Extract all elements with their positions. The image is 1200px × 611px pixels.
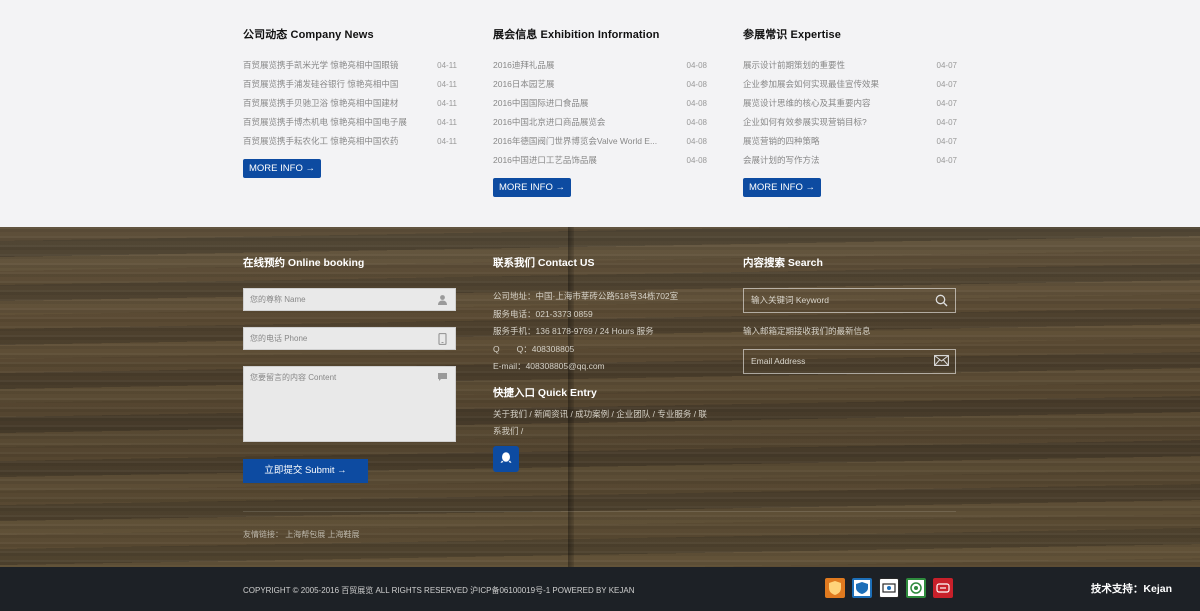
list-item[interactable]: 2016年德国阀门世界博览会Valve World E... 04-08 (493, 132, 707, 151)
list-item[interactable]: 展览营销的四种策略 04-07 (743, 132, 957, 151)
expertise-title: 参展常识 Expertise (743, 29, 841, 41)
company-more-info-button[interactable]: MORE INFO → (243, 159, 321, 178)
search-title: 内容搜索 Search (743, 257, 823, 269)
list-item[interactable]: 企业如何有效参展实现营销目标? 04-07 (743, 113, 957, 132)
list-item[interactable]: 百贸展览携手耘农化工 惊艳亮相中国农药 04-11 (243, 132, 457, 151)
user-icon (437, 294, 448, 305)
exhibition-list: 2016迪拜礼品展 04-08 2016日本园艺展 04-08 2016中国国际进口… (493, 56, 707, 170)
copyright-bar: COPYRIGHT © 2005-2016 百贸展览 ALL RIGHTS RE… (0, 567, 1200, 611)
qq-icon (499, 451, 513, 468)
copyright-text: COPYRIGHT © 2005-2016 百贸展览 ALL RIGHTS RE… (243, 586, 635, 595)
list-item[interactable]: 百贸展览携手浦发硅谷银行 惊艳亮相中国 04-11 (243, 75, 457, 94)
list-item[interactable]: 百贸展览携手凯米光学 惊艳亮相中国眼镜 04-11 (243, 56, 457, 75)
exhibition-title: 展会信息 Exhibition Information (493, 29, 660, 41)
qq-button[interactable] (493, 446, 519, 472)
list-item[interactable]: 2016中国北京进口商品展览会 04-08 (493, 113, 707, 132)
expertise-list: 展示设计前期策划的重要性 04-07 企业参加展会如何实现最佳宣传效果 04-07 … (743, 56, 957, 170)
contact-mobile: 服务手机：136 8178-9769 / 24 Hours 服务 (493, 326, 654, 336)
expertise-more-info-button[interactable]: MORE INFO → (743, 178, 821, 197)
booking-title: 在线预约 Online booking (243, 257, 365, 269)
list-item[interactable]: 百贸展览携手博杰机电 惊艳亮相中国电子展 04-11 (243, 113, 457, 132)
red-cert-icon[interactable] (933, 578, 953, 598)
email-field[interactable]: Email Address (743, 349, 956, 374)
expertise-column: 参展常识 Expertise 展示设计前期策划的重要性 04-07 企业参加展会如… (743, 27, 957, 197)
message-icon (437, 372, 448, 383)
contact-email: E-mail：408308805@qq.com (493, 361, 605, 371)
exhibition-more-info-button[interactable]: MORE INFO → (493, 178, 571, 197)
name-field[interactable]: 您的尊称 Name (243, 288, 456, 311)
company-news-column: 公司动态 Company News 百贸展览携手凯米光学 惊艳亮相中国眼镜 04-… (243, 27, 457, 178)
submit-button[interactable]: 立即提交 Submit → (243, 459, 368, 483)
cert-badges (825, 578, 953, 598)
list-item[interactable]: 企业参加展会如何实现最佳宣传效果 04-07 (743, 75, 957, 94)
friend-links[interactable]: 友情链接： 上海帮包展 上海鞋展 (243, 529, 359, 540)
subscribe-text: 输入邮箱定期接收我们的最新信息 (743, 326, 871, 336)
search-input[interactable]: 输入关键词 Keyword (743, 288, 956, 313)
footer-divider (243, 511, 956, 512)
contact-phone: 服务电话：021-3373 0859 (493, 308, 593, 319)
news-section: 公司动态 Company News 百贸展览携手凯米光学 惊艳亮相中国眼镜 04-… (0, 0, 1200, 227)
phone-icon (437, 332, 448, 346)
tech-support[interactable]: 技术支持：Kejan (1091, 581, 1172, 596)
list-item[interactable]: 展览设计思维的核心及其重要内容 04-07 (743, 94, 957, 113)
quick-entry-title: 快捷入口 Quick Entry (493, 387, 597, 399)
list-item[interactable]: 百贸展览携手贝驰卫浴 惊艳亮相中国建材 04-11 (243, 94, 457, 113)
company-news-title: 公司动态 Company News (243, 29, 374, 41)
list-item[interactable]: 2016中国国际进口食品展 04-08 (493, 94, 707, 113)
contact-title: 联系我们 Contact US (493, 257, 595, 269)
shield-badge-icon[interactable] (825, 578, 845, 598)
list-item[interactable]: 2016迪拜礼品展 04-08 (493, 56, 707, 75)
contact-address: 公司地址：中国·上海市莘砖公路518号34栋702室 (493, 291, 679, 301)
trust-badge-icon[interactable] (879, 578, 899, 598)
green-cert-icon[interactable] (906, 578, 926, 598)
list-item[interactable]: 2016日本园艺展 04-08 (493, 75, 707, 94)
footer-wood-section (0, 227, 1200, 567)
exhibition-column: 展会信息 Exhibition Information 2016迪拜礼品展 04-… (493, 27, 707, 197)
police-badge-icon[interactable] (852, 578, 872, 598)
list-item[interactable]: 2016中国进口工艺品饰品展 04-08 (493, 151, 707, 170)
list-item[interactable]: 会展计划的写作方法 04-07 (743, 151, 957, 170)
message-textarea[interactable]: 您要留言的内容 Content (243, 366, 456, 442)
contact-qq: Q Q：408308805 (493, 343, 575, 354)
phone-field[interactable]: 您的电话 Phone (243, 327, 456, 350)
quick-entry-links[interactable]: 关于我们 / 新闻资讯 / 成功案例 / 企业团队 / 专业服务 / 联系我们 … (493, 406, 708, 440)
list-item[interactable]: 展示设计前期策划的重要性 04-07 (743, 56, 957, 75)
mail-icon[interactable] (934, 355, 949, 369)
contact-info: 公司地址：中国·上海市莘砖公路518号34栋702室 服务电话：021-3373… (493, 288, 713, 376)
company-news-list: 百贸展览携手凯米光学 惊艳亮相中国眼镜 04-11 百贸展览携手浦发硅谷银行 惊艳… (243, 56, 457, 151)
search-icon[interactable] (934, 294, 948, 308)
